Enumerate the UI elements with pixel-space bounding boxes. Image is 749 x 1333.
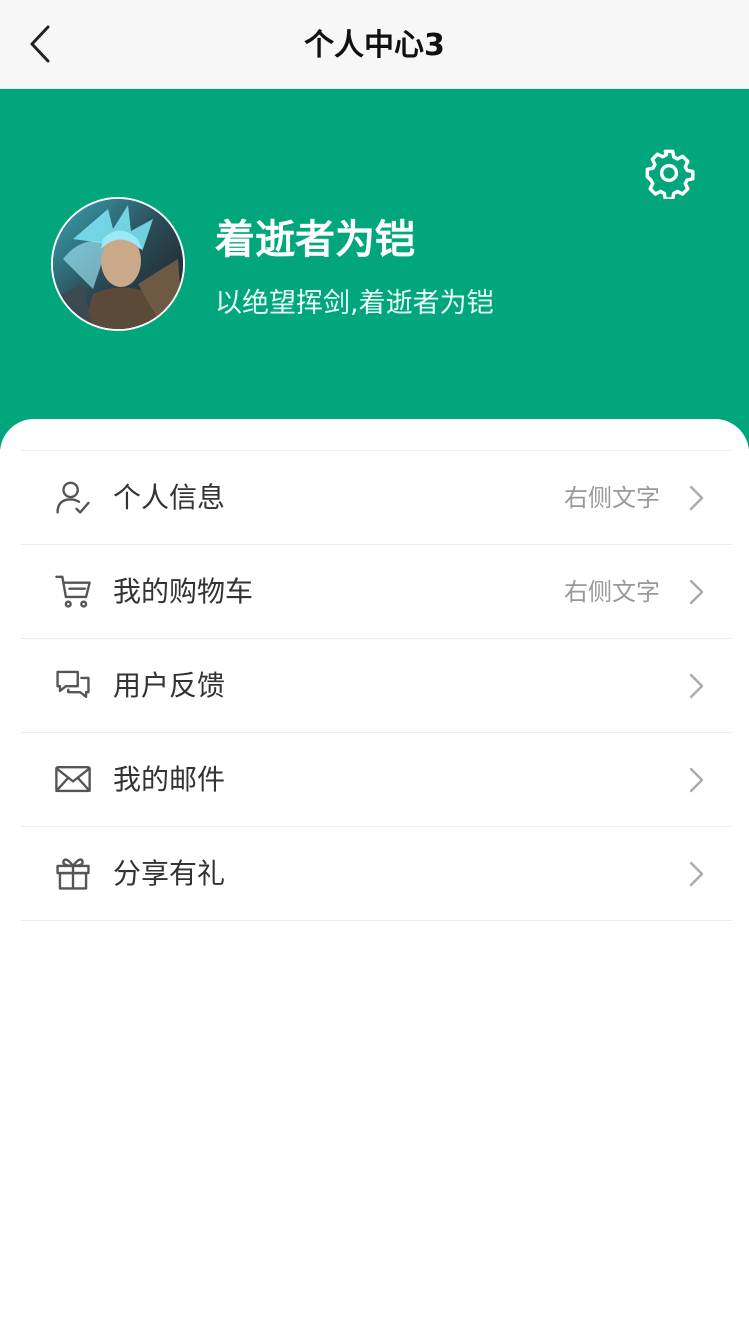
gear-icon — [645, 149, 695, 199]
menu-item-extra: 右侧文字 — [564, 484, 660, 512]
menu-item-label: 我的邮件 — [113, 763, 226, 796]
menu-item-personal-info[interactable]: 个人信息 右侧文字 — [21, 451, 732, 545]
avatar[interactable] — [51, 197, 185, 331]
settings-button[interactable] — [640, 144, 698, 202]
navbar: 个人中心3 — [0, 0, 749, 89]
chevron-right-icon — [689, 485, 704, 511]
chevron-right-icon — [689, 579, 704, 605]
chat-bubbles-icon — [53, 665, 93, 705]
menu-item-share-gift[interactable]: 分享有礼 — [21, 827, 732, 921]
chevron-right-icon — [689, 767, 704, 793]
chevron-right-icon — [689, 673, 704, 699]
menu-list: 个人信息 右侧文字 我的购物车 右侧文字 用户反馈 我的邮件 分享有礼 — [21, 450, 732, 921]
avatar-image — [53, 199, 183, 329]
menu-item-label: 用户反馈 — [113, 669, 226, 702]
menu-item-label: 分享有礼 — [113, 857, 226, 890]
user-name: 着逝者为铠 — [215, 217, 415, 263]
menu-item-mail[interactable]: 我的邮件 — [21, 733, 732, 827]
page-title: 个人中心3 — [304, 28, 445, 63]
menu-item-feedback[interactable]: 用户反馈 — [21, 639, 732, 733]
menu-item-label: 我的购物车 — [113, 575, 254, 608]
cart-icon — [53, 571, 93, 611]
gift-icon — [53, 853, 93, 893]
menu-card: 个人信息 右侧文字 我的购物车 右侧文字 用户反馈 我的邮件 分享有礼 — [0, 419, 749, 1333]
menu-item-label: 个人信息 — [113, 481, 226, 514]
profile-header: 着逝者为铠 以绝望挥剑,着逝者为铠 — [0, 89, 749, 449]
menu-item-shopping-cart[interactable]: 我的购物车 右侧文字 — [21, 545, 732, 639]
user-bio: 以绝望挥剑,着逝者为铠 — [215, 288, 494, 319]
mail-icon — [53, 759, 93, 799]
menu-item-extra: 右侧文字 — [564, 578, 660, 606]
user-check-icon — [53, 477, 93, 517]
chevron-right-icon — [689, 861, 704, 887]
